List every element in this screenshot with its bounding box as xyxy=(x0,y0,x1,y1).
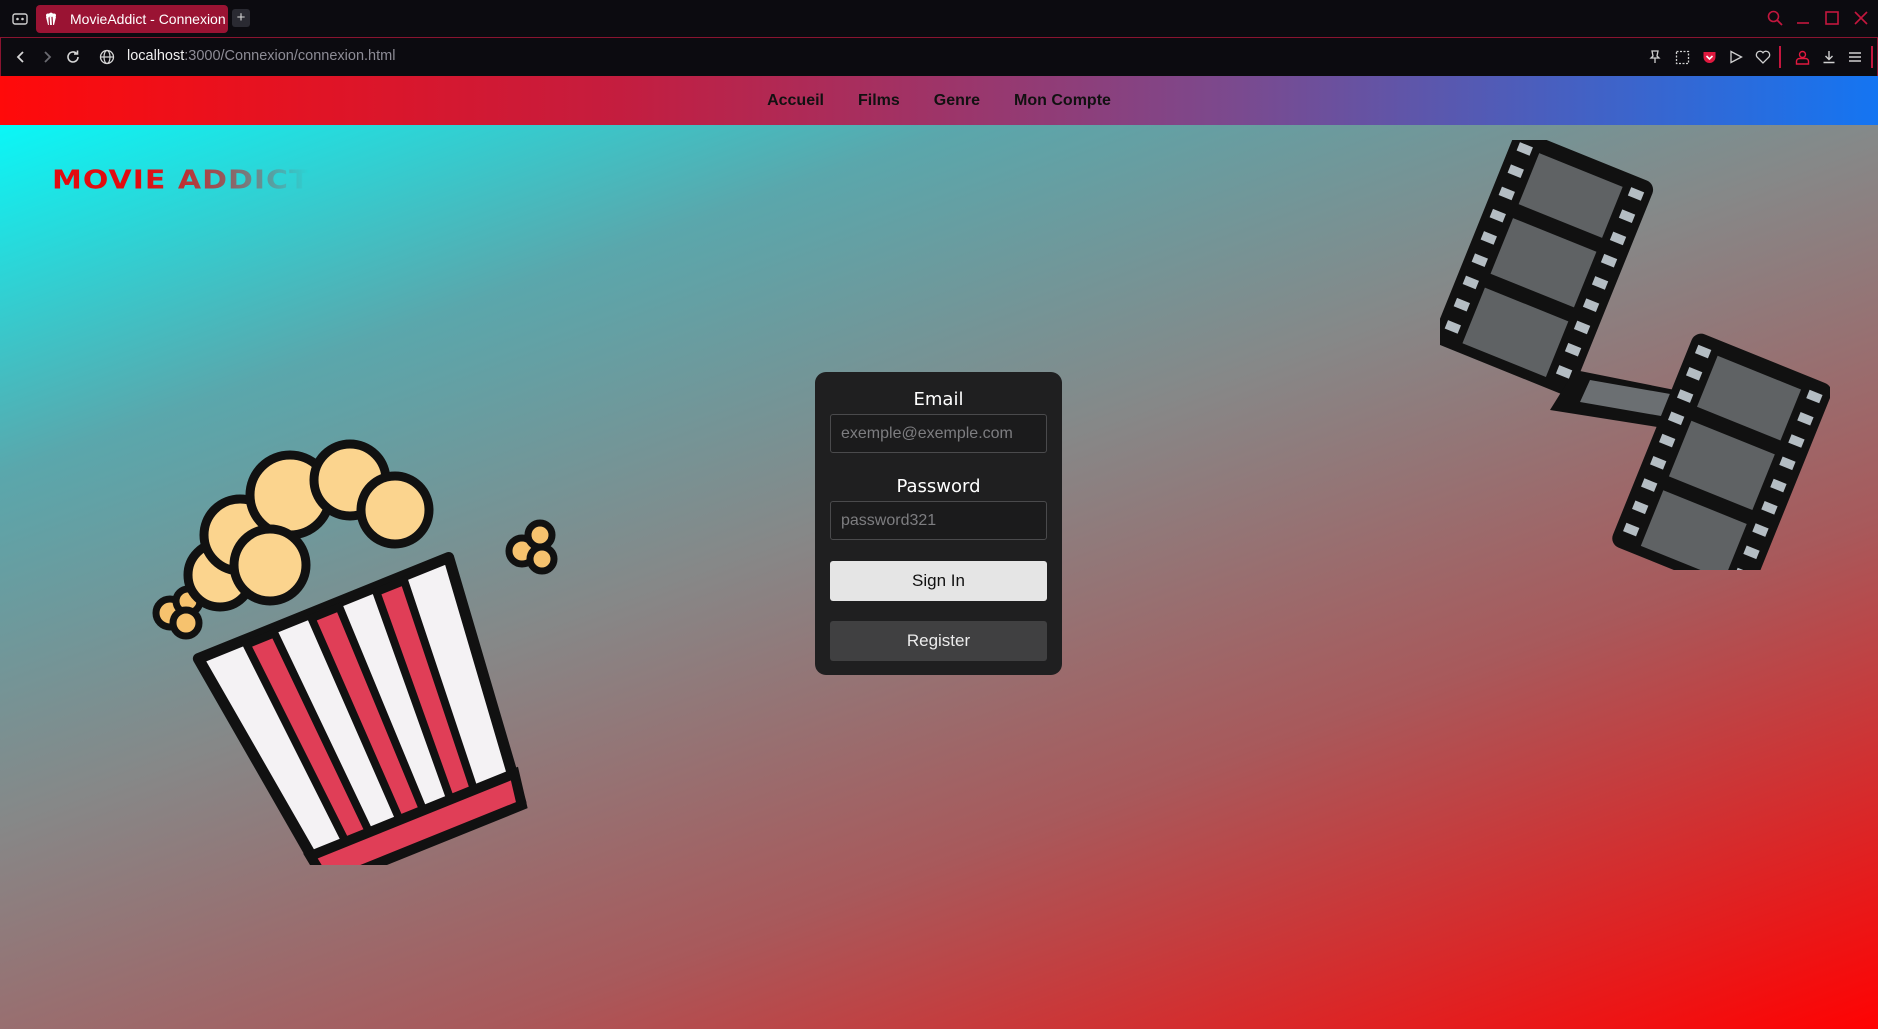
browser-tab-bar: MovieAddict - Connexion + xyxy=(0,0,1878,37)
search-icon[interactable] xyxy=(1765,8,1785,28)
download-icon[interactable] xyxy=(1820,48,1838,66)
url-host: localhost xyxy=(127,48,185,64)
toolbar-separator xyxy=(1779,46,1781,68)
reload-icon[interactable] xyxy=(63,47,83,67)
nav-genre[interactable]: Genre xyxy=(934,92,980,110)
email-label: Email xyxy=(913,389,964,410)
pin-icon[interactable] xyxy=(1646,48,1664,66)
email-field[interactable] xyxy=(830,414,1047,453)
screenshot-icon[interactable] xyxy=(1673,48,1691,66)
back-icon[interactable] xyxy=(11,47,31,67)
site-navbar: Accueil Films Genre Mon Compte xyxy=(0,76,1878,125)
workspace-icon[interactable] xyxy=(10,9,30,29)
popcorn-icon xyxy=(152,439,558,865)
password-field[interactable] xyxy=(830,501,1047,540)
url-field[interactable]: localhost:3000/Connexion/connexion.html xyxy=(127,48,395,64)
login-card: Email Password Sign In Register xyxy=(815,372,1062,675)
nav-films[interactable]: Films xyxy=(858,92,900,110)
toolbar-separator xyxy=(1871,46,1873,68)
popcorn-favicon-icon xyxy=(44,11,60,27)
pocket-icon[interactable] xyxy=(1700,48,1718,66)
site-logo[interactable]: MOVIE ADDICT xyxy=(52,166,311,196)
new-tab-button[interactable]: + xyxy=(232,9,250,27)
nav-mon-compte[interactable]: Mon Compte xyxy=(1014,92,1111,110)
close-icon[interactable] xyxy=(1851,8,1871,28)
url-path: :3000/Connexion/connexion.html xyxy=(184,48,396,64)
forward-icon[interactable] xyxy=(37,47,57,67)
globe-icon[interactable] xyxy=(97,47,117,67)
film-strip-icon xyxy=(1440,140,1830,570)
register-button[interactable]: Register xyxy=(830,621,1047,661)
minimize-icon[interactable] xyxy=(1793,8,1813,28)
send-icon[interactable] xyxy=(1727,48,1745,66)
page-viewport: Accueil Films Genre Mon Compte MOVIE ADD… xyxy=(0,76,1878,1029)
tab-title: MovieAddict - Connexion xyxy=(70,11,226,27)
browser-address-bar: localhost:3000/Connexion/connexion.html xyxy=(0,37,1878,76)
password-label: Password xyxy=(896,476,981,497)
account-icon[interactable] xyxy=(1793,48,1811,66)
sign-in-button[interactable]: Sign In xyxy=(830,561,1047,601)
hero-background: MOVIE ADDICT Email exemple@exemple.com P… xyxy=(0,125,1878,1029)
tab-movieaddict[interactable]: MovieAddict - Connexion xyxy=(36,5,228,33)
menu-icon[interactable] xyxy=(1846,48,1864,66)
maximize-icon[interactable] xyxy=(1822,8,1842,28)
nav-accueil[interactable]: Accueil xyxy=(767,92,824,110)
heart-icon[interactable] xyxy=(1754,48,1772,66)
